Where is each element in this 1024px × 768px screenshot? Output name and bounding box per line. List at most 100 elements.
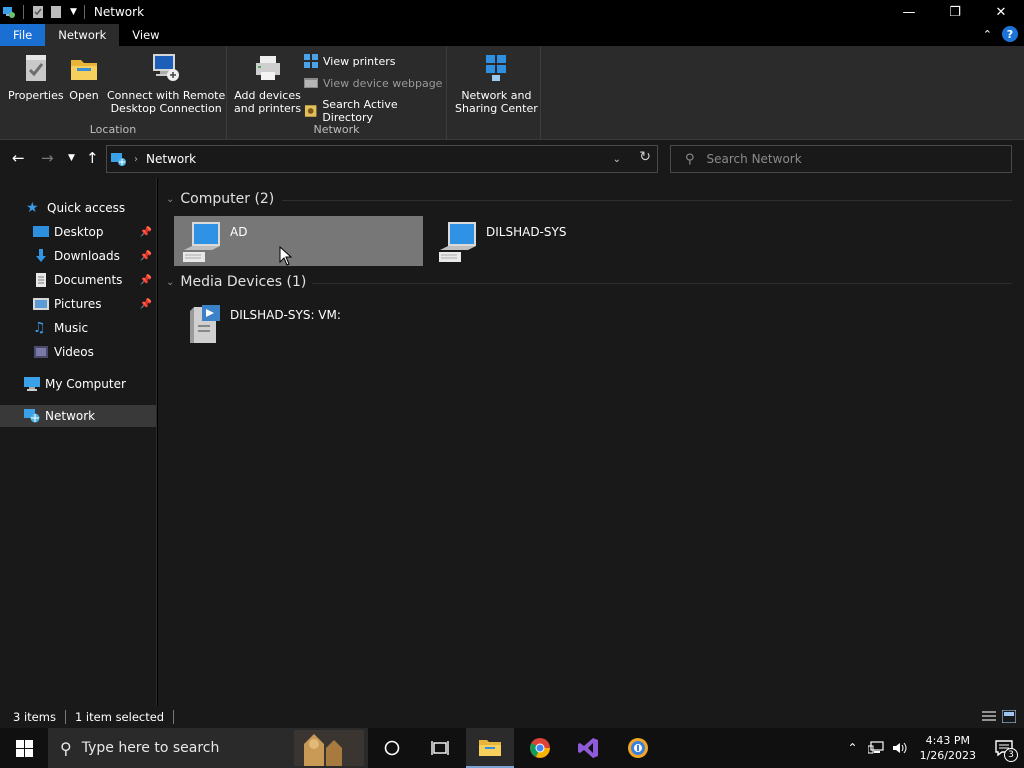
clock[interactable]: 4:43 PM 1/26/2023 — [920, 733, 976, 763]
sidebar-item-label: Music — [54, 321, 89, 335]
network-item-label: AD — [230, 225, 248, 239]
search-icon: ⚲ — [685, 151, 695, 167]
search-placeholder: Search Network — [706, 152, 802, 166]
sidebar-item-label: Pictures — [54, 297, 102, 311]
videos-icon — [34, 346, 48, 358]
details-view-icon[interactable] — [982, 710, 996, 723]
separator — [23, 5, 24, 19]
sidebar-item-documents[interactable]: Documents 📌 — [0, 269, 156, 291]
start-button[interactable] — [0, 728, 48, 768]
separator — [64, 710, 66, 724]
notification-count-badge: 3 — [1004, 748, 1018, 762]
sidebar-item-label: Desktop — [54, 225, 104, 239]
clock-time: 4:43 PM — [925, 734, 970, 747]
up-button[interactable]: ↑ — [86, 149, 99, 167]
customize-chevron-icon[interactable]: ▼ — [70, 7, 77, 17]
breadcrumb-network[interactable]: Network — [146, 152, 196, 166]
open-button[interactable]: Open — [68, 52, 100, 102]
sidebar-item-videos[interactable]: Videos — [0, 341, 156, 363]
sidebar-item-music[interactable]: ♫ Music — [0, 317, 156, 339]
open-folder-icon — [71, 60, 97, 80]
network-app-icon — [3, 7, 15, 18]
network-status-icon[interactable] — [867, 741, 884, 755]
file-explorer-taskbar-button[interactable] — [466, 728, 514, 768]
sidebar-item-label: Documents — [54, 273, 123, 287]
navigation-pane: ★ Quick access Desktop 📌 Downloads 📌 Doc… — [0, 178, 157, 706]
item-count: 3 items — [13, 710, 56, 724]
minimize-button[interactable]: — — [886, 0, 932, 24]
network-group-label: Network — [313, 123, 360, 136]
network-group: Add devices and printers View printers V… — [227, 46, 447, 140]
properties-button[interactable]: Properties — [8, 52, 64, 102]
sidebar-item-my-computer[interactable]: My Computer — [0, 373, 156, 395]
add-devices-button[interactable]: Add devices and printers — [234, 52, 301, 115]
tab-view[interactable]: View — [119, 24, 172, 46]
address-dropdown-icon[interactable]: ⌄ — [613, 154, 621, 165]
search-ad-button[interactable]: Search Active Directory — [304, 98, 446, 124]
separator — [173, 710, 175, 724]
system-tray: ⌃ 4:43 PM 1/26/2023 3 — [848, 728, 1024, 768]
star-icon: ★ — [26, 200, 39, 216]
remote-desktop-button[interactable]: Connect with Remote Desktop Connection — [107, 52, 225, 115]
close-button[interactable]: ✕ — [978, 0, 1024, 24]
chevron-down-icon: ⌄ — [166, 193, 175, 205]
new-folder-icon[interactable] — [49, 5, 63, 19]
forward-button[interactable]: → — [41, 149, 54, 167]
media-item-dilshad-sys-vm[interactable]: DILSHAD-SYS: VM: — [174, 299, 423, 349]
visual-studio-taskbar-button[interactable] — [564, 728, 612, 768]
sidebar-item-quick-access[interactable]: ★ Quick access — [0, 197, 156, 219]
sharing-group: Network and Sharing Center — [447, 46, 541, 140]
properties-icon[interactable] — [31, 5, 45, 19]
tab-network[interactable]: Network — [45, 24, 120, 46]
network-icon — [24, 409, 40, 423]
remote-desktop-label-2: Desktop Connection — [110, 102, 222, 115]
sidebar-item-pictures[interactable]: Pictures 📌 — [0, 293, 156, 315]
selection-count: 1 item selected — [74, 710, 165, 724]
breadcrumb-chevron-icon[interactable]: › — [134, 154, 138, 165]
taskbar-search-input[interactable]: ⚲ Type here to search — [48, 728, 368, 768]
recent-locations-chevron-icon[interactable]: ▼ — [68, 153, 75, 163]
address-bar[interactable]: › Network ⌄ ↻ — [106, 145, 658, 173]
sidebar-item-label: Videos — [54, 345, 94, 359]
printer-icon — [255, 56, 280, 80]
directory-icon — [304, 105, 317, 117]
computer-group-title: Computer (2) — [180, 191, 275, 207]
window-controls: — ❐ ✕ — [886, 0, 1024, 24]
visual-studio-icon — [578, 738, 598, 758]
volume-icon[interactable] — [892, 741, 908, 755]
chrome-taskbar-button[interactable] — [516, 728, 564, 768]
music-icon: ♫ — [33, 320, 46, 336]
action-center-button[interactable]: 3 — [984, 728, 1024, 768]
view-printers-icon — [304, 54, 318, 68]
maximize-button[interactable]: ❐ — [932, 0, 978, 24]
media-group-header[interactable]: ⌄ Media Devices (1) — [166, 274, 306, 290]
tab-file[interactable]: File — [0, 24, 46, 46]
sidebar-item-network[interactable]: Network — [0, 405, 156, 427]
search-icon: ⚲ — [60, 738, 72, 758]
back-button[interactable]: ← — [12, 149, 25, 167]
show-hidden-icons-chevron-icon[interactable]: ⌃ — [848, 741, 858, 755]
collapse-ribbon-icon[interactable]: ⌃ — [983, 28, 992, 41]
ribbon-tabs: File Network View ⌃ ? — [0, 24, 1024, 46]
task-view-button[interactable] — [416, 728, 464, 768]
computer-group-header[interactable]: ⌄ Computer (2) — [166, 191, 274, 207]
network-sharing-center-button[interactable]: Network and Sharing Center — [455, 52, 538, 115]
view-device-webpage-button[interactable]: View device webpage — [304, 76, 442, 90]
cortana-circle-icon — [384, 740, 400, 756]
help-icon[interactable]: ? — [1002, 26, 1018, 42]
refresh-icon[interactable]: ↻ — [639, 149, 651, 165]
sidebar-item-desktop[interactable]: Desktop 📌 — [0, 221, 156, 243]
tiles-view-icon[interactable] — [1002, 710, 1016, 723]
search-input[interactable]: ⚲ Search Network — [670, 145, 1012, 173]
media-server-icon — [190, 305, 220, 343]
separator — [83, 5, 85, 19]
title-bar: ▼ Network — ❐ ✕ — [0, 0, 1024, 24]
view-printers-button[interactable]: View printers — [304, 54, 395, 68]
network-item-dilshad-sys[interactable]: DILSHAD-SYS — [430, 216, 679, 266]
cortana-button[interactable] — [368, 728, 416, 768]
network-sharing-label-2: Sharing Center — [455, 102, 538, 115]
network-item-ad[interactable]: AD — [174, 216, 423, 266]
pin-icon: 📌 — [139, 298, 152, 310]
sidebar-item-downloads[interactable]: Downloads 📌 — [0, 245, 156, 267]
browser-taskbar-button[interactable] — [614, 728, 662, 768]
